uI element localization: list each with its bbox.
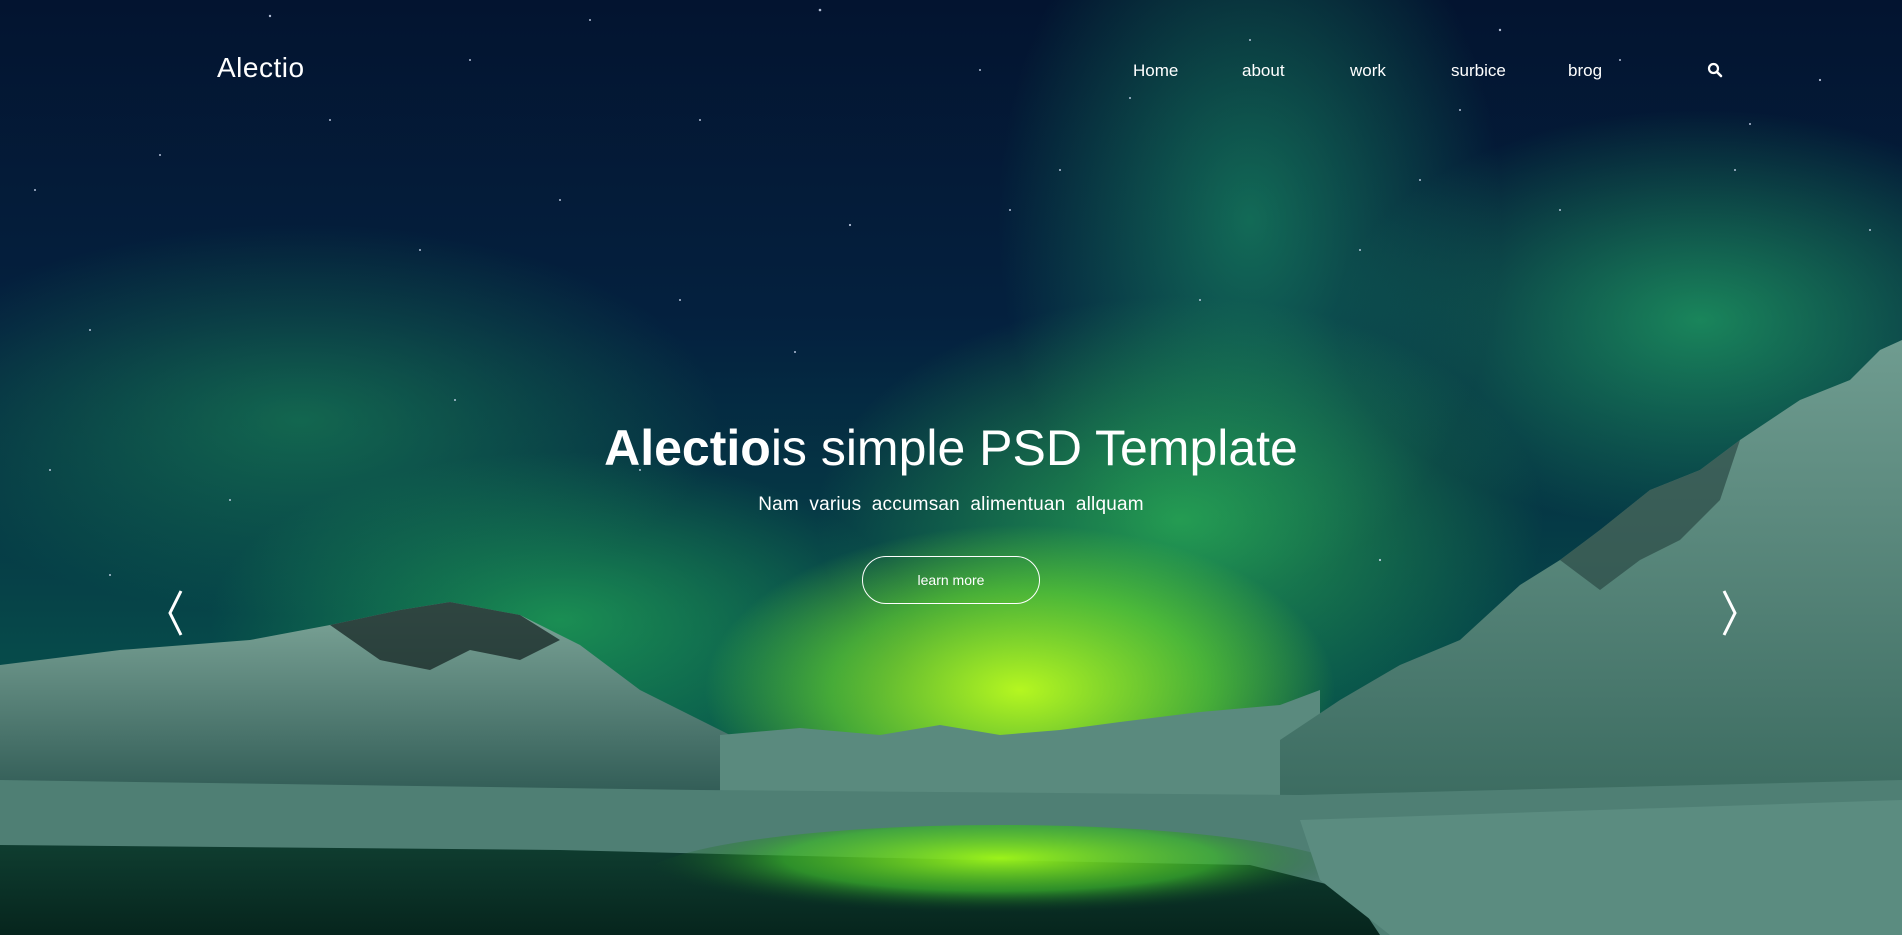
nav-item-work[interactable]: work (1350, 61, 1386, 81)
chevron-left-icon[interactable] (165, 588, 187, 638)
nav-item-brog[interactable]: brog (1568, 61, 1602, 81)
nav-item-about[interactable]: about (1242, 61, 1285, 81)
hero-subtitle: Nam varius accumsan alimentuan allquam (758, 494, 1144, 515)
site-logo[interactable]: Alectio (217, 52, 305, 84)
search-icon[interactable] (1707, 62, 1723, 78)
nav-item-home[interactable]: Home (1133, 61, 1178, 81)
chevron-right-icon[interactable] (1718, 588, 1740, 638)
hero-title-rest: is simple PSD Template (770, 420, 1298, 476)
hero-title-brand: Alectio (604, 420, 771, 476)
hero-slider: Alectio Home about work surbice brog Ale… (0, 0, 1902, 935)
nav-item-surbice[interactable]: surbice (1451, 61, 1506, 81)
learn-more-button[interactable]: learn more (862, 556, 1040, 604)
hero-title: Alectiois simple PSD Template (0, 419, 1902, 477)
